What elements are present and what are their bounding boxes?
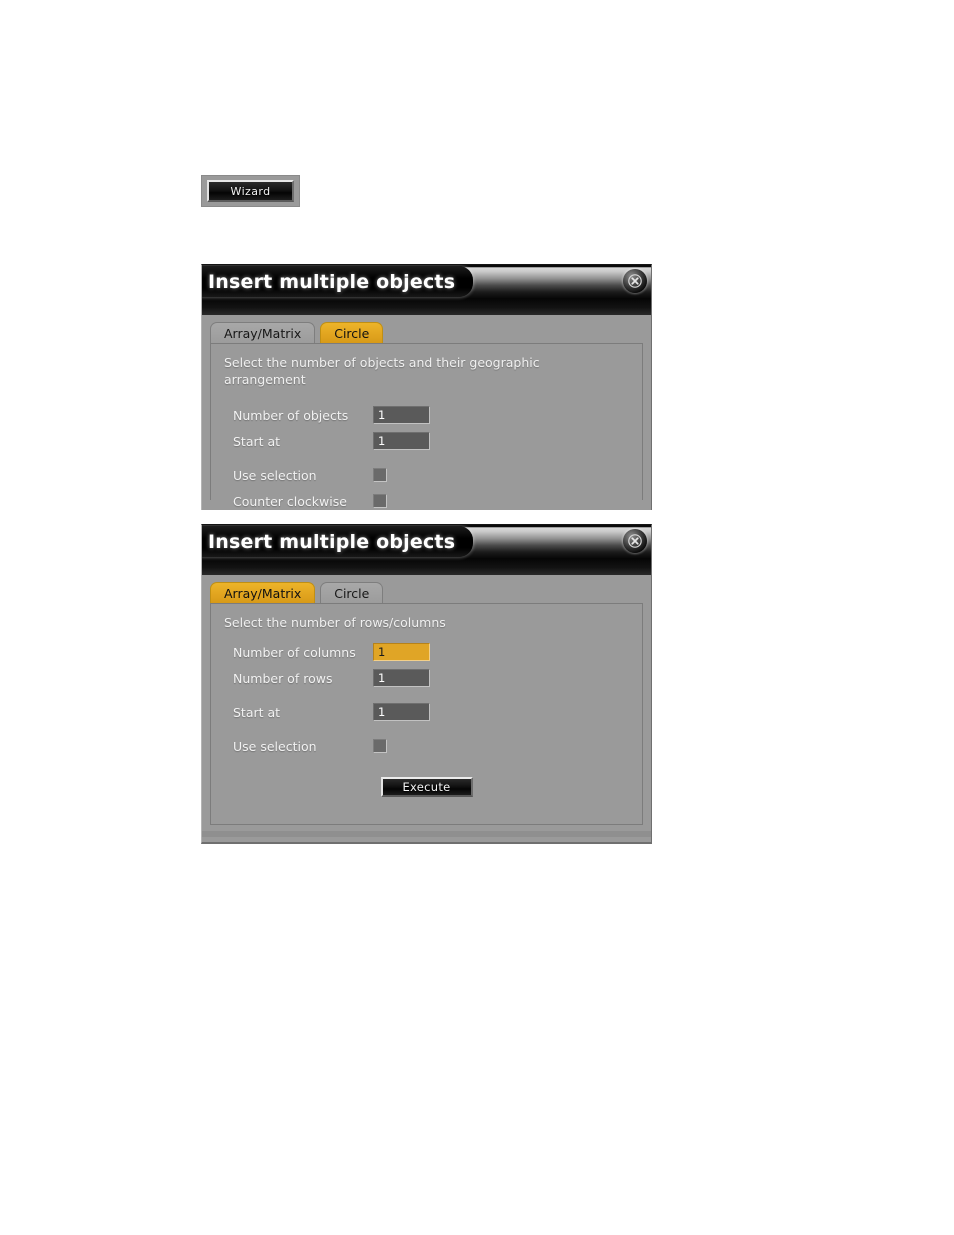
checkbox-row-counter-clockwise: Counter clockwise (211, 488, 642, 510)
field-row-start-at: Start at 1 (211, 428, 642, 454)
checkbox-label: Counter clockwise (233, 493, 347, 509)
field-label: Number of columns (233, 644, 356, 660)
field-row-number-of-rows: Number of rows 1 (211, 665, 642, 691)
wizard-button-panel: Wizard (201, 175, 300, 207)
wizard-button-label: Wizard (230, 184, 271, 198)
field-value: 1 (378, 434, 386, 448)
field-label: Start at (233, 704, 281, 720)
dialog-title-underbar (202, 558, 651, 575)
field-value: 1 (378, 408, 386, 422)
close-icon[interactable] (623, 529, 647, 553)
field-value: 1 (378, 671, 386, 685)
insert-multiple-objects-dialog-array: Insert multiple objects Array/Matrix Cir… (201, 524, 652, 844)
checkbox-label: Use selection (233, 738, 317, 754)
number-of-rows-input[interactable]: 1 (373, 669, 430, 687)
dialog-title-underbar (202, 298, 651, 315)
field-label: Number of objects (233, 407, 349, 423)
checkbox-row-use-selection: Use selection (211, 462, 642, 488)
field-row-number-of-objects: Number of objects 1 (211, 402, 642, 428)
close-icon[interactable] (623, 269, 647, 293)
dialog-titlebar[interactable]: Insert multiple objects (202, 525, 651, 558)
tab-label: Circle (334, 585, 370, 601)
number-of-objects-input[interactable]: 1 (373, 406, 430, 424)
use-selection-checkbox[interactable] (373, 739, 387, 753)
use-selection-checkbox[interactable] (373, 468, 387, 482)
dialog-tabstrip: Array/Matrix Circle (202, 315, 651, 343)
dialog-title-plate: Insert multiple objects (202, 266, 474, 297)
field-label: Start at (233, 433, 281, 449)
execute-button[interactable]: Execute (380, 777, 473, 797)
tab-label: Array/Matrix (224, 585, 302, 601)
insert-multiple-objects-dialog-circle: Insert multiple objects Array/Matrix Cir… (201, 264, 652, 510)
checkbox-label: Use selection (233, 467, 317, 483)
start-at-input[interactable]: 1 (373, 432, 430, 450)
tab-label: Circle (334, 325, 370, 341)
field-row-start-at: Start at 1 (211, 699, 642, 725)
tab-circle[interactable]: Circle (320, 322, 384, 343)
execute-button-row: Execute (211, 759, 642, 797)
dialog-footer (202, 831, 651, 837)
start-at-input[interactable]: 1 (373, 703, 430, 721)
dialog-titlebar[interactable]: Insert multiple objects (202, 265, 651, 298)
number-of-columns-input[interactable]: 1 (373, 643, 430, 661)
array-hint-text: Select the number of rows/columns (224, 615, 446, 630)
wizard-button[interactable]: Wizard (207, 180, 294, 202)
tab-array-matrix[interactable]: Array/Matrix (210, 322, 316, 343)
circle-form-panel: Select the number of objects and their g… (210, 343, 643, 509)
tab-circle[interactable]: Circle (320, 582, 384, 603)
field-row-number-of-columns: Number of columns 1 (211, 639, 642, 665)
field-value: 1 (378, 705, 386, 719)
execute-button-label: Execute (402, 780, 451, 794)
dialog-tabstrip: Array/Matrix Circle (202, 575, 651, 603)
field-label: Number of rows (233, 670, 333, 686)
counter-clockwise-checkbox[interactable] (373, 494, 387, 508)
tab-label: Array/Matrix (224, 325, 302, 341)
checkbox-row-use-selection: Use selection (211, 733, 642, 759)
dialog-title-plate: Insert multiple objects (202, 526, 474, 557)
array-form-panel: Select the number of rows/columns Number… (210, 603, 643, 825)
dialog-title: Insert multiple objects (208, 530, 456, 553)
field-value: 1 (378, 645, 386, 659)
dialog-title: Insert multiple objects (208, 270, 456, 293)
circle-hint-text: Select the number of objects and their g… (224, 355, 540, 387)
tab-array-matrix[interactable]: Array/Matrix (210, 582, 316, 603)
